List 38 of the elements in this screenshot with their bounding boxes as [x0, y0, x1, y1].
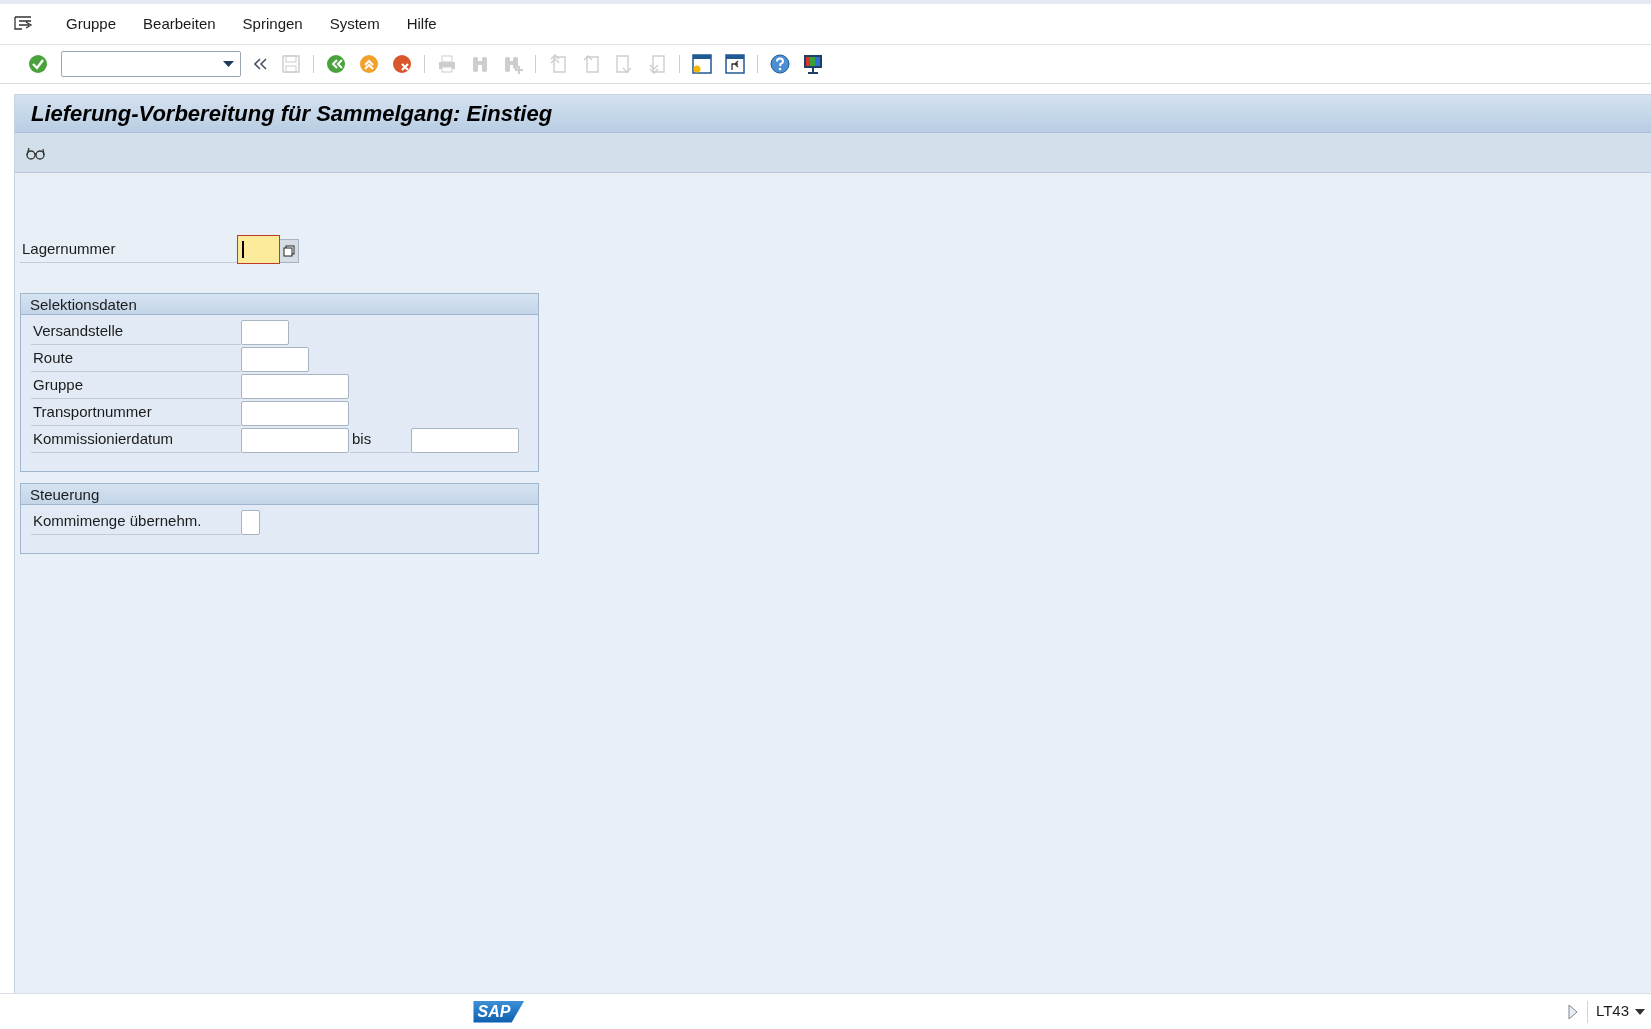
field-label: Transportnummer	[31, 399, 241, 426]
menu-item[interactable]: Gruppe	[66, 12, 117, 36]
command-field[interactable]	[61, 51, 241, 77]
field-label: Kommimenge übernehm.	[31, 508, 241, 535]
dropdown-icon[interactable]	[1635, 1008, 1645, 1015]
double-chevron-icon[interactable]	[254, 58, 268, 70]
menu-icon[interactable]	[14, 16, 34, 32]
dropdown-icon[interactable]	[223, 61, 234, 67]
menu-item[interactable]: System	[329, 12, 380, 36]
monitor-icon[interactable]	[802, 53, 824, 75]
group-title: Selektionsdaten	[21, 294, 538, 315]
input-field[interactable]	[241, 428, 349, 453]
enter-icon[interactable]	[27, 53, 49, 75]
menu-item[interactable]: Hilfe	[406, 12, 437, 36]
input-field[interactable]	[241, 347, 309, 372]
field-label: Gruppe	[31, 372, 241, 399]
group-title: Steuerung	[21, 484, 538, 505]
checkbox[interactable]	[241, 510, 260, 535]
input-field[interactable]	[411, 428, 519, 453]
field-label: Versandstelle	[31, 318, 241, 345]
exit-icon[interactable]	[358, 53, 380, 75]
cancel-icon[interactable]	[391, 53, 413, 75]
screen-title: Lieferung-Vorbereitung für Sammelgang: Einstieg	[31, 100, 553, 128]
transaction-code: LT43	[1595, 1001, 1629, 1022]
value-help-button[interactable]	[279, 239, 299, 263]
field-label: Route	[31, 345, 241, 372]
back-icon[interactable]	[325, 53, 347, 75]
logo: SAP	[473, 1000, 525, 1023]
input-field[interactable]	[241, 320, 289, 345]
field-label: Kommissionierdatum	[31, 426, 241, 453]
help-icon[interactable]	[769, 53, 791, 75]
copy-icon	[283, 245, 295, 257]
input-field[interactable]	[241, 401, 349, 426]
menu-item[interactable]: Springen	[242, 12, 303, 36]
menu-item[interactable]: Bearbeiten	[143, 12, 216, 36]
input-field[interactable]	[241, 374, 349, 399]
input-field[interactable]	[238, 236, 279, 263]
play-icon[interactable]	[1566, 1003, 1579, 1020]
